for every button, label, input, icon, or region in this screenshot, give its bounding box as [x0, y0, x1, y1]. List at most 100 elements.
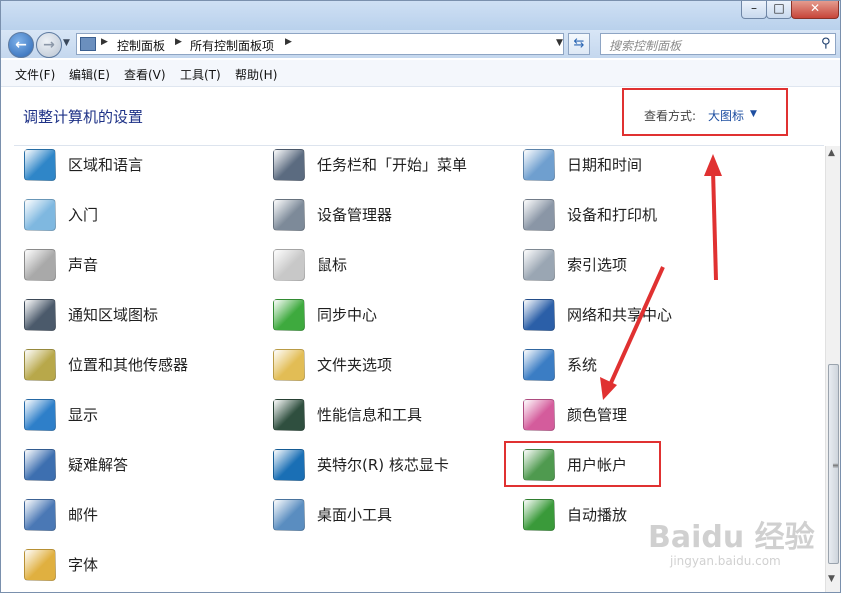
vertical-scrollbar[interactable]: ▲ ≡ ▼	[825, 146, 841, 593]
gadgets-icon	[273, 499, 305, 531]
control-panel-item[interactable]: 网络和共享中心	[523, 295, 753, 335]
folder-options-icon	[273, 349, 305, 381]
item-label: 自动播放	[567, 506, 628, 524]
annotation-box-view	[622, 88, 788, 136]
control-panel-item[interactable]: 同步中心	[273, 295, 503, 335]
control-panel-item[interactable]: 日期和时间	[523, 145, 753, 185]
breadcrumb-separator-icon[interactable]: ▶	[101, 37, 108, 47]
control-panel-item[interactable]: 区域和语言	[24, 145, 254, 185]
notification-area-icon	[24, 299, 56, 331]
item-label: 网络和共享中心	[567, 306, 673, 324]
item-label: 显示	[68, 406, 99, 424]
menu-view[interactable]: 查看(V)	[124, 66, 166, 83]
forward-button[interactable]: →	[36, 32, 62, 58]
item-label: 同步中心	[317, 306, 378, 324]
item-label: 文件夹选项	[317, 356, 393, 374]
control-panel-item[interactable]: 位置和其他传感器	[24, 345, 254, 385]
control-panel-item[interactable]: 疑难解答	[24, 445, 254, 485]
address-bar[interactable]: ▶ 控制面板 ▶ 所有控制面板项 ▶	[76, 33, 564, 55]
baidu-watermark: Baidu 经验 jingyan.baidu.com	[636, 508, 816, 568]
control-panel-item[interactable]: 邮件	[24, 495, 254, 535]
display-icon	[24, 399, 56, 431]
breadcrumb-all-items[interactable]: 所有控制面板项	[190, 37, 274, 54]
control-panel-item[interactable]: 文件夹选项	[273, 345, 503, 385]
back-button[interactable]: ←	[8, 32, 34, 58]
breadcrumb-control-panel[interactable]: 控制面板	[117, 37, 165, 54]
item-label: 鼠标	[317, 256, 348, 274]
autoplay-icon	[523, 499, 555, 531]
refresh-button[interactable]: ⇆	[568, 33, 590, 55]
item-label: 入门	[68, 206, 99, 224]
forward-arrow-icon: →	[43, 37, 55, 53]
item-label: 疑难解答	[68, 456, 129, 474]
scroll-up-icon[interactable]: ▲	[828, 148, 835, 158]
scroll-down-icon[interactable]: ▼	[828, 574, 835, 584]
control-panel-item[interactable]: 鼠标	[273, 245, 503, 285]
calendar-clock-icon	[523, 149, 555, 181]
getting-started-icon	[24, 199, 56, 231]
annotation-box-user-accounts	[504, 441, 661, 487]
menu-edit[interactable]: 编辑(E)	[69, 66, 110, 83]
scrollbar-thumb[interactable]: ≡	[828, 364, 839, 564]
performance-icon	[273, 399, 305, 431]
minimize-button[interactable]: –	[741, 0, 767, 19]
minimize-icon: –	[751, 1, 757, 15]
item-label: 邮件	[68, 506, 99, 524]
control-panel-item[interactable]: 性能信息和工具	[273, 395, 503, 435]
maximize-button[interactable]: □	[766, 0, 792, 19]
page-title: 调整计算机的设置	[23, 108, 144, 126]
item-label: 系统	[567, 356, 598, 374]
item-label: 性能信息和工具	[317, 406, 423, 424]
address-dropdown-icon[interactable]: ▼	[556, 38, 563, 48]
control-panel-item[interactable]: 颜色管理	[523, 395, 753, 435]
breadcrumb-separator-icon[interactable]: ▶	[175, 37, 182, 47]
control-panel-item[interactable]: 任务栏和「开始」菜单	[273, 145, 503, 185]
watermark-text: Baidu 经验	[648, 520, 815, 555]
control-panel-item[interactable]: 设备管理器	[273, 195, 503, 235]
refresh-icon: ⇆	[573, 36, 585, 51]
item-label: 设备管理器	[317, 206, 393, 224]
menu-bar: 文件(F) 编辑(E) 查看(V) 工具(T) 帮助(H)	[1, 60, 840, 87]
menu-tools[interactable]: 工具(T)	[180, 66, 221, 83]
control-panel-item[interactable]: 系统	[523, 345, 753, 385]
maximize-icon: □	[773, 1, 785, 15]
item-label: 字体	[68, 556, 99, 574]
control-panel-item[interactable]: 入门	[24, 195, 254, 235]
control-panel-item[interactable]: 设备和打印机	[523, 195, 753, 235]
close-icon: ✕	[809, 1, 821, 15]
color-management-icon	[523, 399, 555, 431]
menu-file[interactable]: 文件(F)	[15, 66, 55, 83]
speaker-icon	[24, 249, 56, 281]
item-label: 桌面小工具	[317, 506, 393, 524]
search-icon[interactable]: ⚲	[821, 36, 831, 51]
search-input[interactable]: 搜索控制面板 ⚲	[600, 33, 836, 55]
mail-icon	[24, 499, 56, 531]
device-manager-icon	[273, 199, 305, 231]
control-panel-item[interactable]: 显示	[24, 395, 254, 435]
recent-pages-chevron-icon[interactable]: ▼	[63, 38, 70, 48]
title-bar: – □ ✕	[0, 0, 841, 30]
item-label: 设备和打印机	[567, 206, 658, 224]
grip-icon: ≡	[832, 461, 839, 470]
taskbar-icon	[273, 149, 305, 181]
breadcrumb-separator-icon[interactable]: ▶	[285, 37, 292, 47]
control-panel-item[interactable]: 桌面小工具	[273, 495, 503, 535]
control-panel-item[interactable]: 索引选项	[523, 245, 753, 285]
sync-icon	[273, 299, 305, 331]
item-label: 日期和时间	[567, 156, 643, 174]
close-button[interactable]: ✕	[791, 0, 839, 19]
sensor-icon	[24, 349, 56, 381]
control-panel-item[interactable]: 通知区域图标	[24, 295, 254, 335]
menu-help[interactable]: 帮助(H)	[235, 66, 277, 83]
watermark-url: jingyan.baidu.com	[670, 554, 781, 568]
control-panel-item[interactable]: 英特尔(R) 核芯显卡	[273, 445, 503, 485]
control-panel-item[interactable]: 声音	[24, 245, 254, 285]
item-label: 任务栏和「开始」菜单	[317, 156, 468, 174]
item-label: 区域和语言	[68, 156, 144, 174]
mouse-icon	[273, 249, 305, 281]
magnifier-icon	[523, 249, 555, 281]
back-arrow-icon: ←	[15, 37, 27, 53]
control-panel-item[interactable]: 字体	[24, 545, 254, 585]
intel-graphics-icon	[273, 449, 305, 481]
item-label: 颜色管理	[567, 406, 628, 424]
